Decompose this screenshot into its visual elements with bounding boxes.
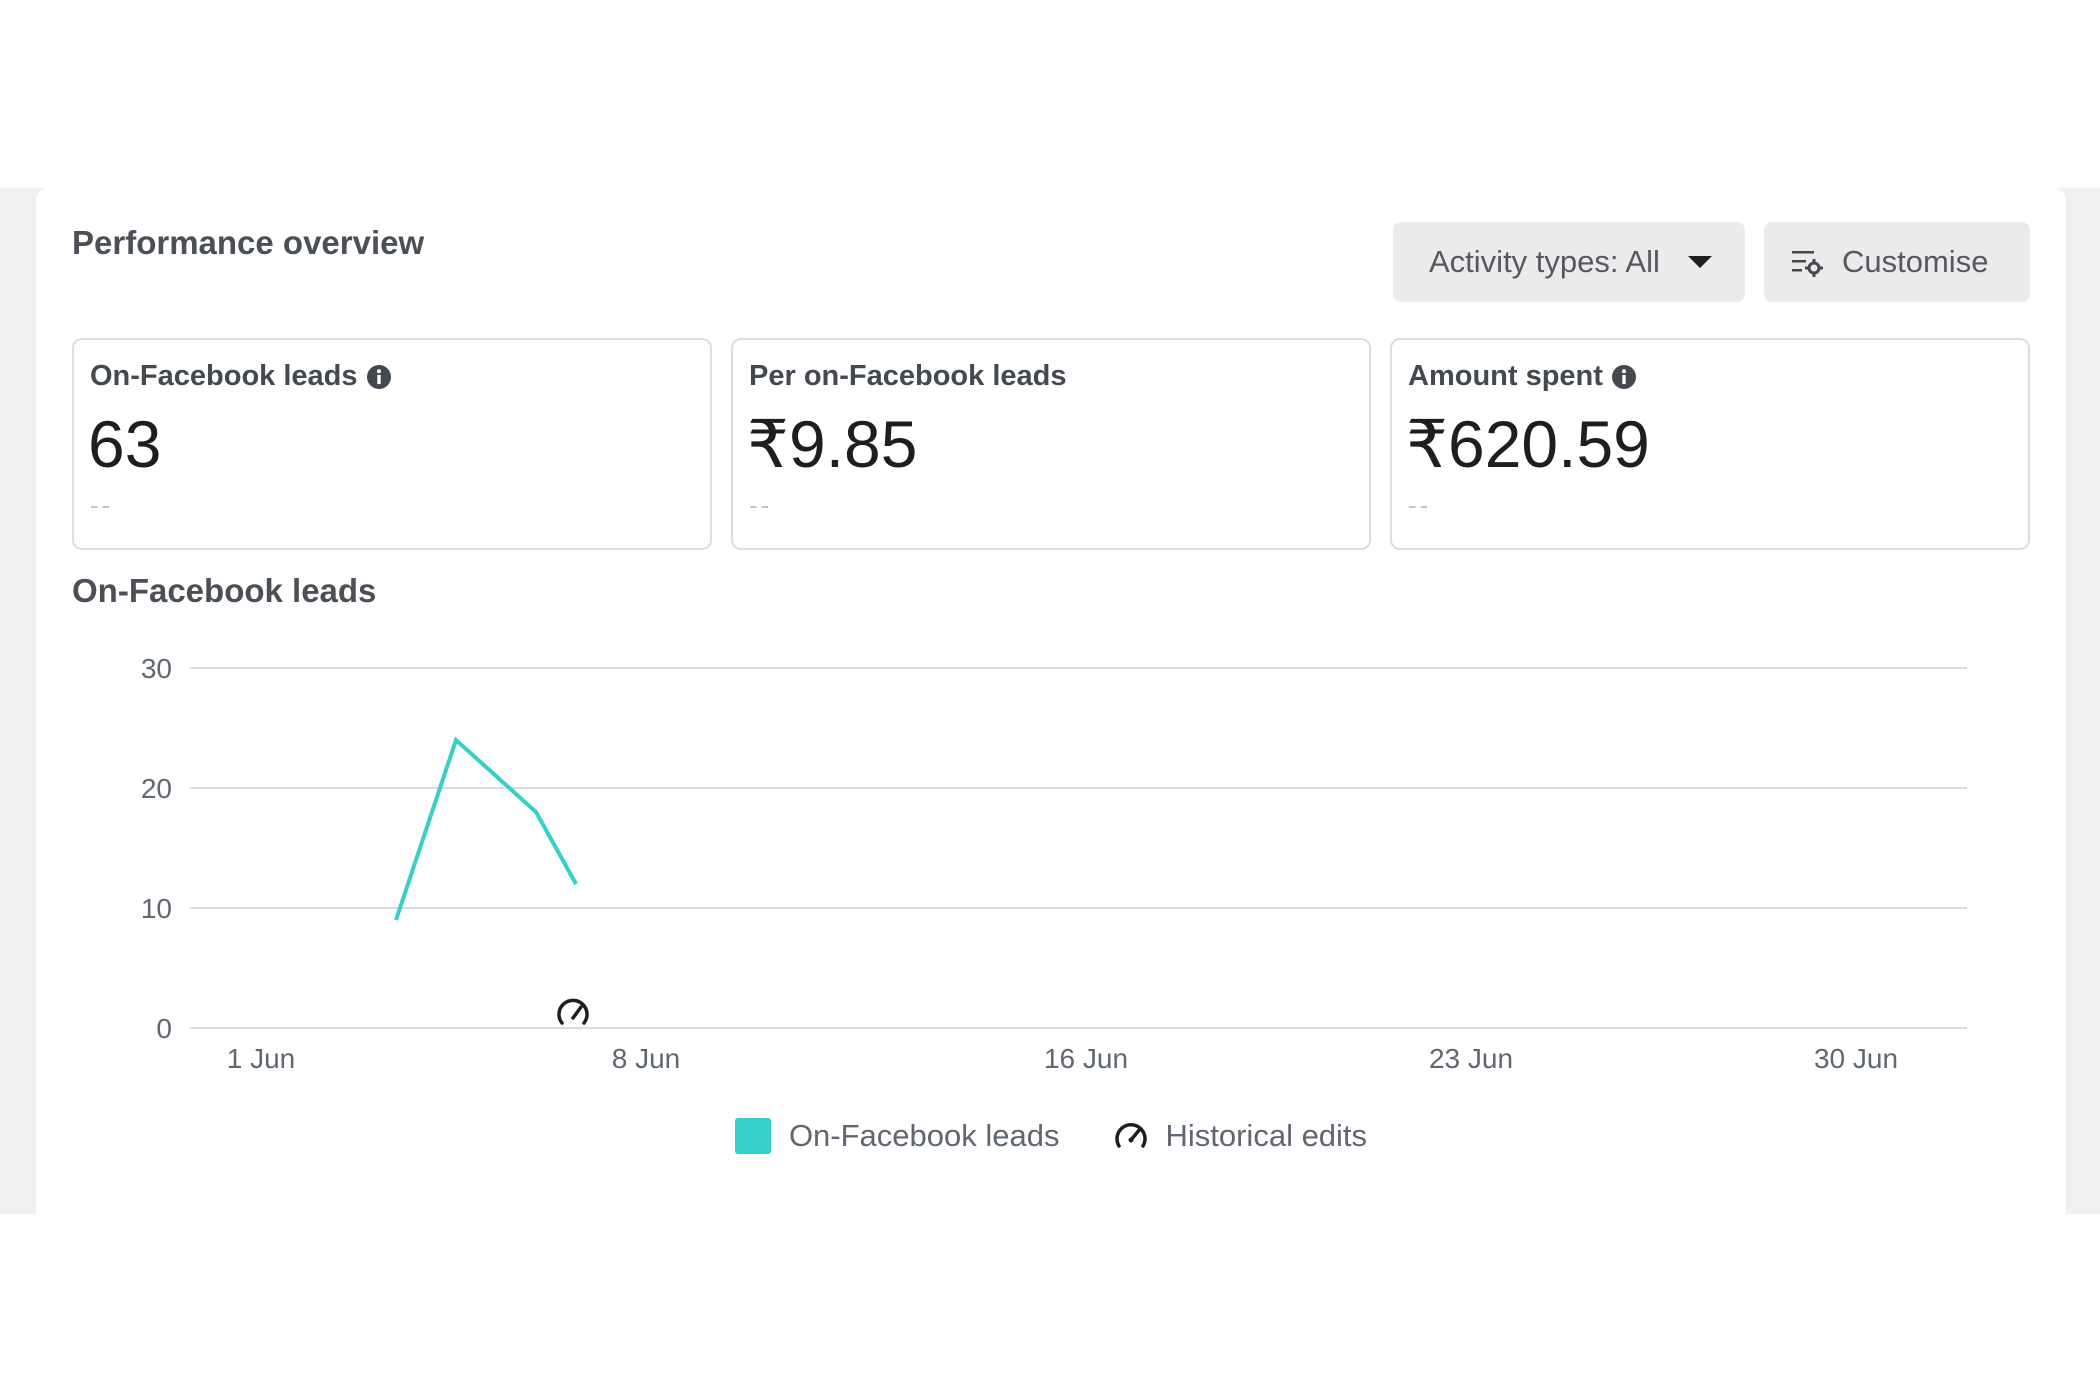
y-tick-label: 10 [141,893,172,924]
x-tick-label: 1 Jun [227,1043,296,1074]
historical-edit-icon [1115,1123,1148,1148]
performance-overview-panel: Performance overview Activity types: All… [36,188,2066,1214]
y-tick-label: 20 [141,773,172,804]
y-tick-label: 30 [141,653,172,684]
legend-label: On-Facebook leads [788,1118,1060,1153]
x-tick-label: 8 Jun [612,1043,681,1074]
leads-line-chart: 0 10 20 30 1 Jun 8 Jun 16 Jun 23 Jun 30 Jun [141,653,1967,1074]
legend-label: Historical edits [1165,1118,1368,1153]
historical-edit-marker[interactable] [557,998,589,1025]
series-line-on-facebook-leads [394,736,578,921]
chart-legend: On-Facebook leads Historical edits [36,1116,2066,1156]
y-tick-label: 0 [156,1013,172,1044]
x-tick-label: 30 Jun [1814,1043,1898,1074]
legend-item-leads[interactable]: On-Facebook leads [734,1118,1060,1154]
legend-item-historical-edits[interactable]: Historical edits [1111,1116,1367,1156]
x-tick-label: 16 Jun [1044,1043,1128,1074]
x-tick-label: 23 Jun [1429,1043,1513,1074]
legend-swatch [734,1118,771,1154]
